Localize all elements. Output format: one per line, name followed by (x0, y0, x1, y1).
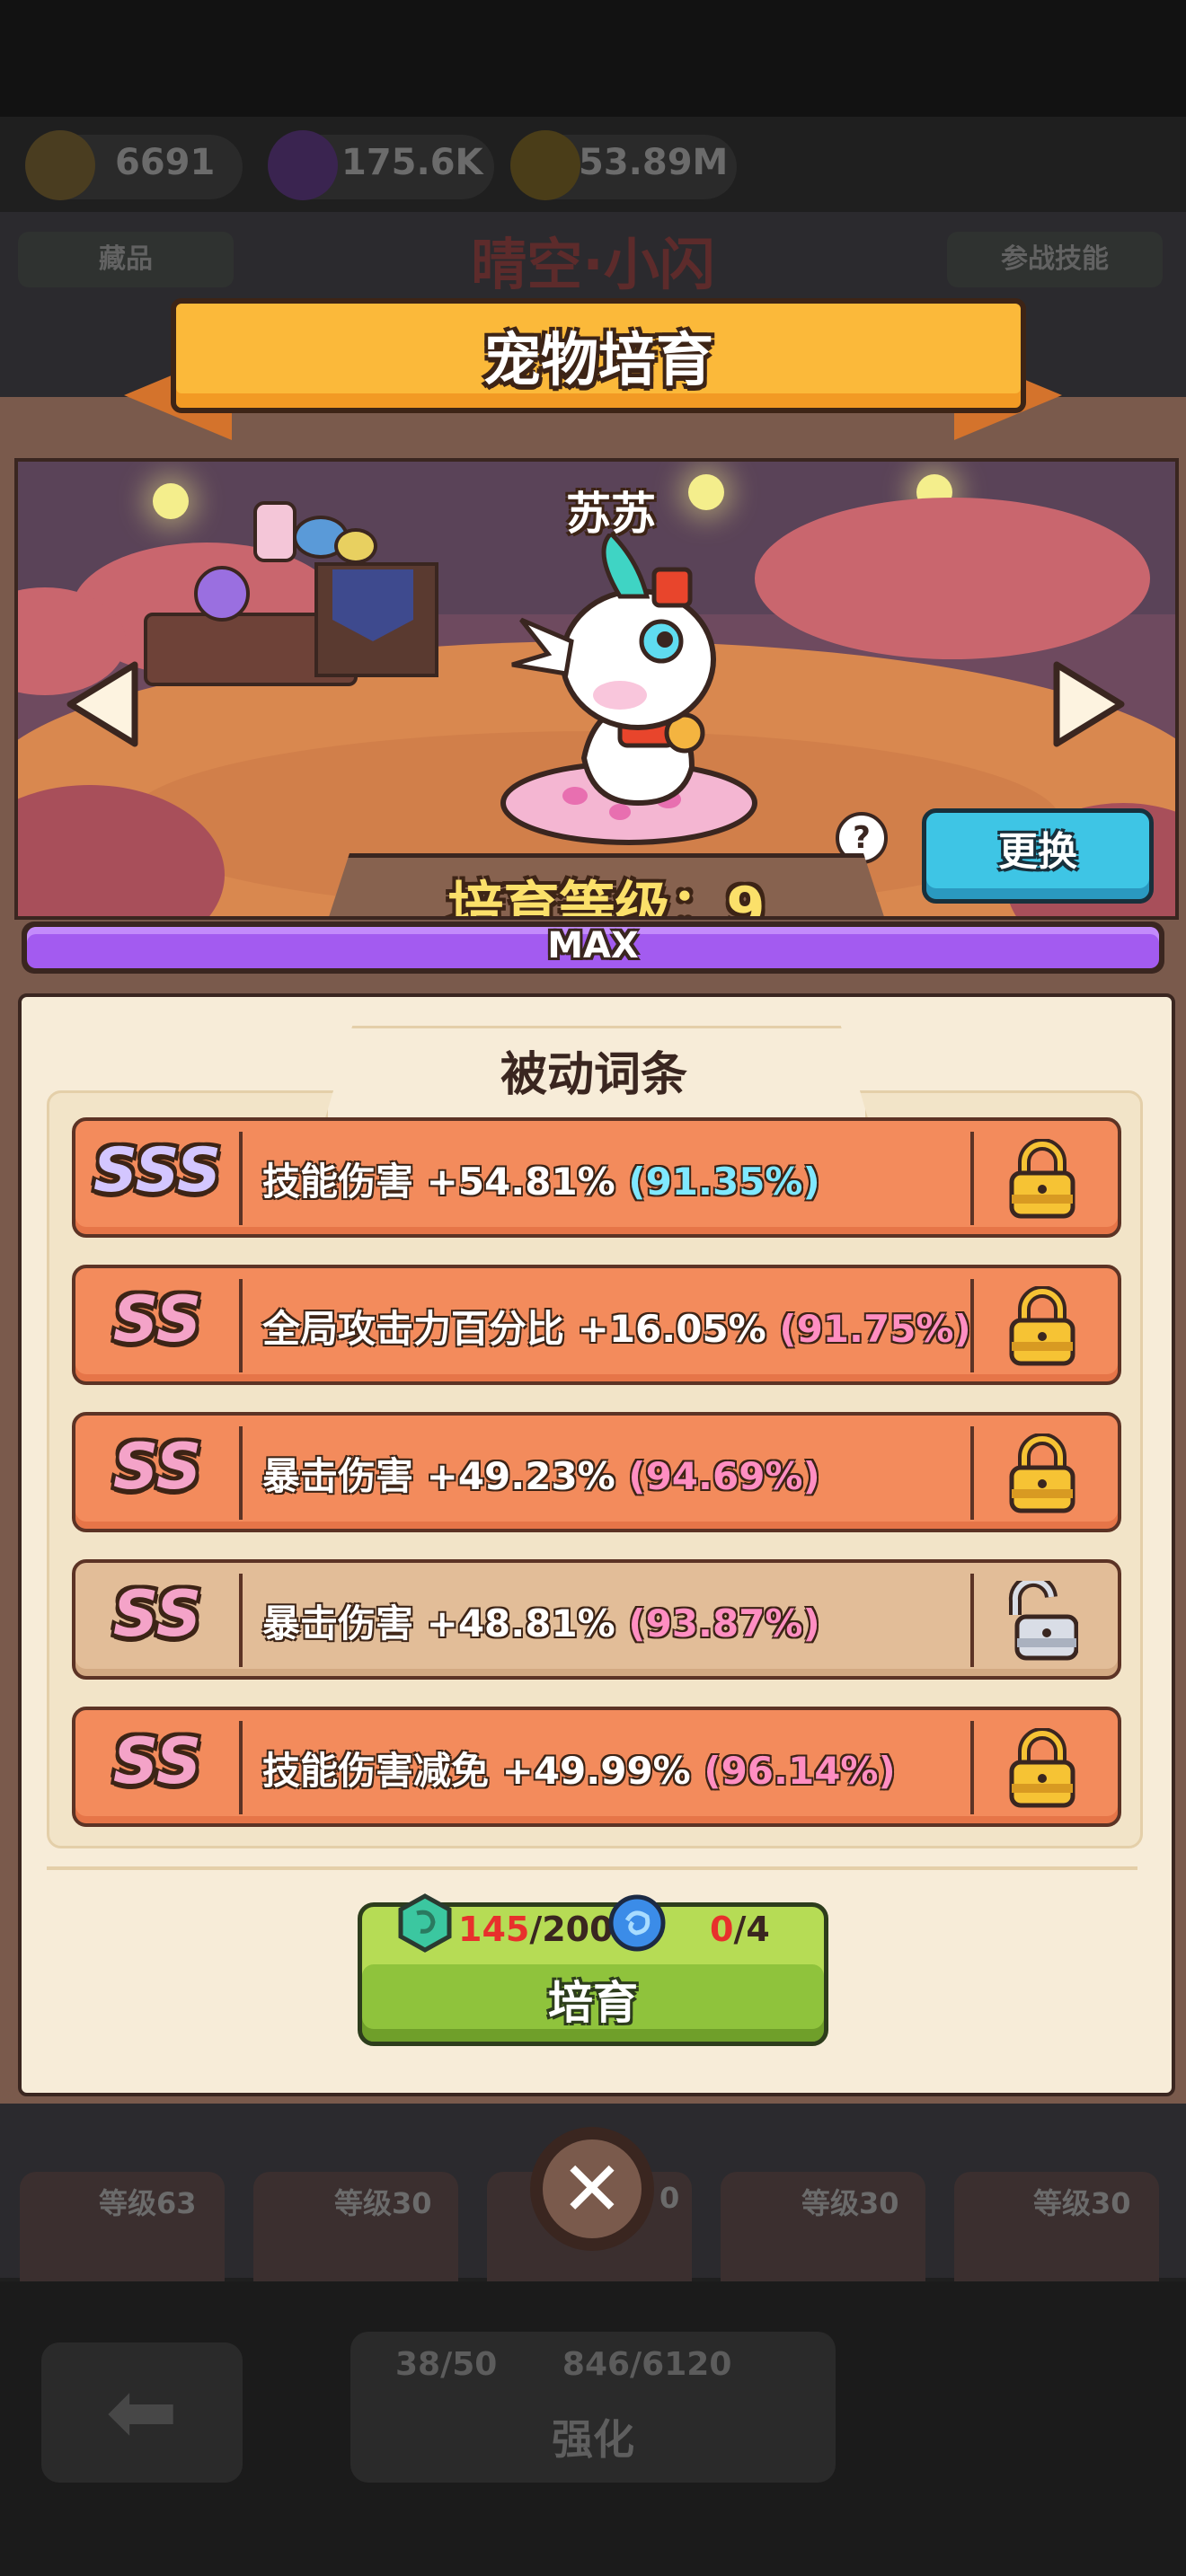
purple-cube-icon (268, 130, 338, 200)
entry-percent: (91.35%) (628, 1160, 820, 1204)
panel-divider (47, 1866, 1137, 1870)
green-gem-have: 145 (458, 1910, 530, 1949)
collection-tab: 藏品 (18, 232, 234, 287)
passive-entry: SS 技能伤害减免 +49.99% (96.14%) (72, 1707, 1121, 1827)
upgrade-cost-food: 38/50 (395, 2346, 498, 2383)
currency-key-value: 53.89M (579, 142, 729, 183)
blue-gem-need: /4 (733, 1910, 770, 1949)
row-divider (970, 1574, 974, 1667)
grade-badge: SSS (93, 1135, 222, 1206)
status-bar-area (0, 0, 1186, 117)
entry-stat: 暴击伤害 +48.81% (93.87%) (262, 1593, 820, 1648)
entry-text: 技能伤害减免 +49.99% (262, 1749, 691, 1793)
green-gem-need: /200 (529, 1910, 614, 1949)
pet-card-level: 等级30 (801, 2186, 899, 2220)
row-divider (239, 1279, 243, 1372)
lamp-icon (153, 483, 189, 519)
passive-title: 被动词条 (500, 1048, 687, 1102)
lock-icon[interactable] (1006, 1728, 1078, 1809)
upgrade-label: 强化 (552, 2415, 634, 2464)
potion-icon (194, 566, 250, 622)
row-divider (970, 1279, 974, 1372)
entry-stat: 暴击伤害 +49.23% (94.69%) (262, 1446, 820, 1501)
unlock-icon[interactable] (1006, 1581, 1078, 1662)
entry-percent: (93.87%) (628, 1601, 820, 1645)
lock-icon[interactable] (1006, 1286, 1078, 1367)
blue-gem-cost: 0/4 (710, 1910, 770, 1949)
grade-badge: SS (112, 1577, 202, 1651)
entry-stat: 技能伤害 +54.81% (91.35%) (262, 1151, 820, 1206)
currency-cube-value: 175.6K (341, 142, 483, 183)
entry-text: 全局攻击力百分比 +16.05% (262, 1307, 766, 1351)
row-divider (239, 1132, 243, 1225)
prev-pet-arrow-icon[interactable] (65, 659, 140, 749)
row-divider (970, 1132, 974, 1225)
entry-stat: 全局攻击力百分比 +16.05% (91.75%) (262, 1299, 971, 1354)
cultivate-level: 培育等级：9 (447, 875, 766, 920)
back-arrow-icon: ⬅ (105, 2361, 179, 2462)
upgrade-cost: 38/50 846/6120 (395, 2346, 731, 2383)
battle-skill-tab: 参战技能 (947, 232, 1163, 287)
passive-entry: SS 暴击伤害 +49.23% (94.69%) (72, 1412, 1121, 1532)
entry-text: 暴击伤害 +48.81% (262, 1601, 615, 1645)
pet-card-level: 等级30 (334, 2186, 432, 2220)
green-gem-cost: 145/200 (458, 1910, 614, 1949)
row-divider (239, 1426, 243, 1520)
entry-percent: (91.75%) (779, 1307, 971, 1351)
entry-text: 暴击伤害 +49.23% (262, 1454, 615, 1498)
grade-badge: SS (112, 1283, 202, 1356)
row-divider (970, 1721, 974, 1814)
passive-entry: SS 暴击伤害 +48.81% (93.87%) (72, 1559, 1121, 1680)
lamp-icon (688, 474, 724, 510)
currency-egg-value: 6691 (115, 142, 216, 183)
upgrade-cost-bone: 846/6120 (562, 2346, 732, 2383)
entry-percent: (96.14%) (704, 1749, 896, 1793)
close-icon[interactable]: ✕ (530, 2127, 654, 2251)
entry-stat: 技能伤害减免 +49.99% (96.14%) (262, 1741, 896, 1795)
modal-title: 宠物培育 (483, 328, 713, 394)
level-progress-label: MAX (547, 925, 639, 966)
swap-button[interactable]: 更换 (922, 808, 1154, 904)
row-divider (970, 1426, 974, 1520)
entry-percent: (94.69%) (628, 1454, 820, 1498)
row-divider (239, 1574, 243, 1667)
lock-icon[interactable] (1006, 1139, 1078, 1220)
passive-entry: SS 全局攻击力百分比 +16.05% (91.75%) (72, 1265, 1121, 1385)
pet-card-level: 等级63 (99, 2186, 197, 2220)
entry-text: 技能伤害 +54.81% (262, 1160, 615, 1204)
row-divider (239, 1721, 243, 1814)
green-gem-icon (398, 1893, 452, 1953)
pet-card-level: 0 (659, 2181, 680, 2215)
passive-entry: SSS 技能伤害 +54.81% (91.35%) (72, 1117, 1121, 1238)
gem-decoration-icon (334, 528, 377, 564)
pet-card-level: 等级30 (1033, 2186, 1131, 2220)
blue-gem-have: 0 (710, 1910, 734, 1949)
bottle-icon (253, 501, 296, 562)
stage-title: 晴空·小闪 (471, 232, 715, 297)
pet-sprite (500, 534, 757, 845)
blue-gem-icon (608, 1894, 666, 1952)
bush-decoration (755, 498, 1150, 659)
grade-badge: SS (112, 1725, 202, 1798)
grade-badge: SS (112, 1430, 202, 1504)
cultivate-label: 培育 (548, 1977, 638, 2029)
next-pet-arrow-icon[interactable] (1051, 659, 1127, 749)
lock-icon[interactable] (1006, 1434, 1078, 1514)
egg-currency-icon (25, 130, 95, 200)
pet-name: 苏苏 (566, 488, 656, 540)
pet-scene: 苏苏 ? 更换 培育等级：9 (14, 458, 1179, 920)
gold-key-icon (510, 130, 580, 200)
